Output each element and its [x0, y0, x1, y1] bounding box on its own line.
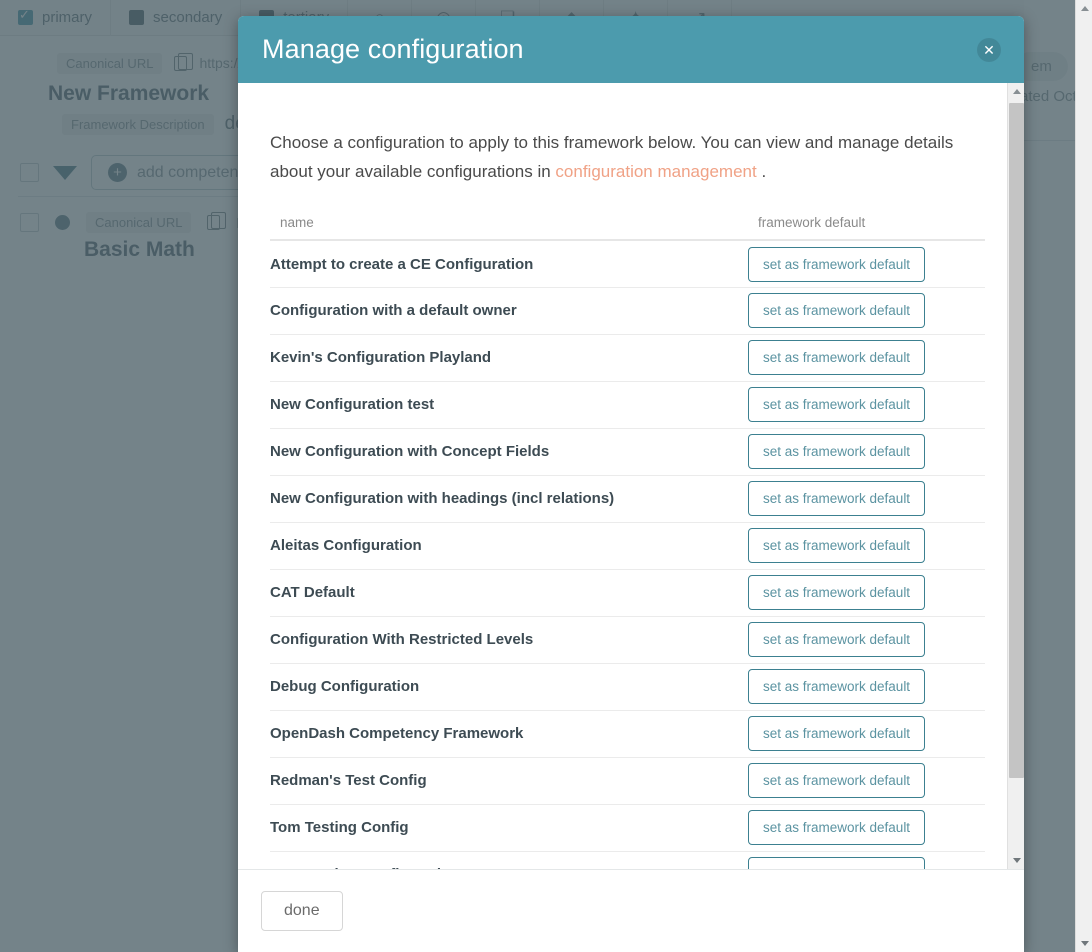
set-as-framework-default-button[interactable]: set as framework default	[748, 810, 926, 846]
set-as-framework-default-button[interactable]: set as framework default	[748, 716, 926, 752]
manage-configuration-modal: Manage configuration ✕ Choose a configur…	[238, 16, 1024, 952]
set-as-framework-default-button[interactable]: set as framework default	[748, 857, 926, 869]
set-as-framework-default-button[interactable]: set as framework default	[748, 575, 926, 611]
framework-default-cell: set as framework default	[748, 287, 985, 335]
configuration-name: New Configuration with Concept Fields	[270, 428, 748, 476]
modal-body-scrollbar[interactable]	[1007, 83, 1024, 869]
modal-intro-text: Choose a configuration to apply to this …	[238, 100, 1007, 190]
configuration-name: New Configuration test	[270, 381, 748, 429]
modal-body: Choose a configuration to apply to this …	[238, 83, 1007, 869]
set-as-framework-default-button[interactable]: set as framework default	[748, 528, 926, 564]
framework-default-cell: set as framework default	[748, 428, 985, 476]
done-button[interactable]: done	[261, 891, 343, 931]
set-as-framework-default-button[interactable]: set as framework default	[748, 669, 926, 705]
configurations-table: name framework default Attempt to create…	[270, 207, 985, 869]
framework-default-cell: set as framework default	[748, 851, 985, 869]
framework-default-cell: set as framework default	[748, 475, 985, 523]
table-body: Attempt to create a CE Configuration set …	[270, 240, 985, 869]
table-row: Debug Configuration set as framework defa…	[270, 663, 985, 711]
table-row: Tom Testing Configuration 2set as framew…	[270, 851, 985, 869]
modal-scrollbar-thumb[interactable]	[1009, 103, 1024, 778]
table-row: Tom Testing Config set as framework defau…	[270, 804, 985, 852]
configuration-name: Configuration with a default owner	[270, 287, 748, 335]
table-row: Redman's Test Config set as framework def…	[270, 757, 985, 805]
framework-default-cell: set as framework default	[748, 616, 985, 664]
table-head: name framework default	[270, 207, 985, 242]
set-as-framework-default-button[interactable]: set as framework default	[748, 246, 926, 282]
modal-body-wrapper: Choose a configuration to apply to this …	[238, 83, 1024, 870]
scroll-down-arrow-icon[interactable]	[1076, 935, 1092, 952]
set-as-framework-default-button[interactable]: set as framework default	[748, 293, 926, 329]
table-row: New Configuration with headings (incl re…	[270, 475, 985, 523]
configuration-name: Redman's Test Config	[270, 757, 748, 805]
configuration-name: New Configuration with headings (incl re…	[270, 475, 748, 523]
framework-default-cell: set as framework default	[748, 757, 985, 805]
table-row: New Configuration test set as framework d…	[270, 381, 985, 429]
table-row: New Configuration with Concept Fields set…	[270, 428, 985, 476]
set-as-framework-default-button[interactable]: set as framework default	[748, 387, 926, 423]
configuration-name: Tom Testing Config	[270, 804, 748, 852]
configuration-name: Aleitas Configuration	[270, 522, 748, 570]
framework-default-cell: set as framework default	[748, 710, 985, 758]
modal-header: Manage configuration ✕	[238, 16, 1024, 83]
configuration-management-link[interactable]: configuration management	[555, 162, 756, 181]
scroll-up-arrow-icon[interactable]	[1076, 0, 1092, 17]
framework-default-cell: set as framework default	[748, 804, 985, 852]
framework-default-cell: set as framework default	[748, 663, 985, 711]
modal-scroll-down-arrow-icon[interactable]	[1008, 852, 1024, 869]
configuration-name: Kevin's Configuration Playland	[270, 334, 748, 382]
modal-footer: done	[238, 870, 1024, 952]
set-as-framework-default-button[interactable]: set as framework default	[748, 340, 926, 376]
table-row: Configuration with a default owner set as…	[270, 287, 985, 335]
column-header-name: name	[270, 207, 748, 242]
framework-default-cell: set as framework default	[748, 334, 985, 382]
set-as-framework-default-button[interactable]: set as framework default	[748, 481, 926, 517]
configuration-name: Tom Testing Configuration 2	[270, 851, 748, 869]
page-root: primary secondary tertiary ○ ◎ ❏ ◆ ✦ ↗ C…	[0, 0, 1092, 952]
table-row: CAT Default set as framework default	[270, 569, 985, 617]
configuration-name: Debug Configuration	[270, 663, 748, 711]
table-row: Attempt to create a CE Configuration set …	[270, 240, 985, 288]
framework-default-cell: set as framework default	[748, 381, 985, 429]
table-row: Configuration With Restricted Levels set …	[270, 616, 985, 664]
close-icon[interactable]: ✕	[977, 37, 1001, 62]
configuration-name: OpenDash Competency Framework	[270, 710, 748, 758]
framework-default-cell: set as framework default	[748, 522, 985, 570]
configuration-name: CAT Default	[270, 569, 748, 617]
column-header-framework-default: framework default	[748, 207, 985, 242]
table-header-row: name framework default	[270, 207, 985, 242]
framework-default-cell: set as framework default	[748, 240, 985, 288]
set-as-framework-default-button[interactable]: set as framework default	[748, 763, 926, 799]
configuration-name: Configuration With Restricted Levels	[270, 616, 748, 664]
table-row: Aleitas Configuration set as framework de…	[270, 522, 985, 570]
modal-scroll-up-arrow-icon[interactable]	[1008, 83, 1024, 100]
modal-title: Manage configuration	[262, 34, 524, 64]
set-as-framework-default-button[interactable]: set as framework default	[748, 622, 926, 658]
configuration-name: Attempt to create a CE Configuration	[270, 240, 748, 288]
table-row: Kevin's Configuration Playland set as fra…	[270, 334, 985, 382]
set-as-framework-default-button[interactable]: set as framework default	[748, 434, 926, 470]
table-row: OpenDash Competency Framework set as fram…	[270, 710, 985, 758]
intro-text-part2: .	[761, 162, 767, 182]
framework-default-cell: set as framework default	[748, 569, 985, 617]
page-scrollbar[interactable]	[1075, 0, 1092, 952]
